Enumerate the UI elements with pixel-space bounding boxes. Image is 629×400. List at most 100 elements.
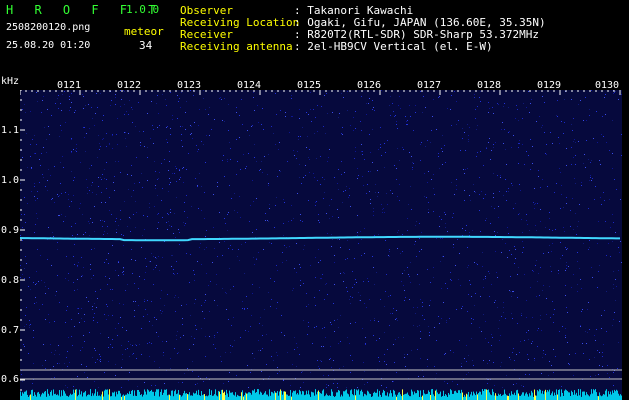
noise-speckle: [402, 273, 403, 274]
noise-speckle: [362, 328, 363, 329]
noise-speckle: [539, 295, 540, 296]
noise-speckle: [66, 357, 67, 358]
noise-speckle: [36, 144, 37, 145]
noise-speckle: [227, 161, 228, 162]
noise-bar-segment: [242, 390, 243, 400]
noise-speckle: [568, 363, 569, 364]
noise-bar-segment: [521, 394, 522, 400]
noise-bar-segment: [233, 394, 234, 400]
noise-speckle: [185, 112, 186, 113]
noise-speckle: [367, 278, 368, 279]
noise-bar-segment: [442, 396, 443, 400]
noise-speckle: [318, 262, 319, 263]
noise-speckle: [204, 192, 205, 193]
noise-bar-segment: [169, 394, 170, 400]
spectrogram: [19, 89, 622, 400]
noise-speckle: [91, 165, 92, 166]
noise-speckle: [284, 245, 285, 246]
noise-speckle: [230, 245, 231, 246]
noise-speckle: [503, 312, 504, 313]
noise-bar-segment: [347, 393, 348, 400]
noise-bar-segment: [319, 392, 320, 400]
noise-speckle: [157, 95, 158, 96]
noise-speckle: [383, 208, 384, 209]
noise-bar-segment: [554, 392, 555, 400]
noise-speckle: [566, 148, 567, 149]
noise-speckle: [200, 243, 201, 244]
noise-speckle: [210, 281, 211, 282]
noise-speckle: [178, 352, 179, 353]
noise-speckle: [71, 93, 72, 94]
noise-speckle: [583, 353, 584, 354]
noise-speckle: [79, 322, 80, 323]
noise-speckle: [450, 350, 451, 351]
noise-speckle: [271, 356, 272, 357]
noise-speckle: [45, 293, 46, 294]
noise-speckle: [416, 256, 417, 257]
noise-speckle: [573, 141, 574, 142]
noise-speckle: [441, 288, 442, 289]
noise-speckle: [26, 307, 27, 308]
noise-speckle: [359, 300, 360, 301]
noise-speckle: [181, 92, 182, 93]
noise-speckle: [545, 354, 546, 355]
noise-speckle: [526, 214, 527, 215]
noise-speckle: [77, 234, 78, 235]
noise-speckle: [507, 227, 508, 228]
noise-speckle: [546, 154, 547, 155]
noise-bar-segment: [128, 394, 129, 400]
noise-speckle: [182, 126, 183, 127]
noise-speckle: [118, 275, 119, 276]
noise-speckle: [27, 203, 28, 204]
noise-speckle: [570, 210, 571, 211]
noise-speckle: [444, 381, 445, 382]
noise-speckle: [481, 331, 482, 332]
noise-speckle: [253, 97, 254, 98]
noise-speckle: [395, 339, 396, 340]
noise-speckle: [125, 132, 126, 133]
noise-speckle: [422, 306, 423, 307]
noise-speckle: [438, 156, 439, 157]
noise-speckle: [258, 350, 259, 351]
noise-speckle: [109, 278, 110, 279]
noise-bar-segment: [423, 389, 424, 400]
noise-speckle: [178, 229, 179, 230]
noise-speckle: [120, 172, 121, 173]
noise-speckle: [209, 311, 210, 312]
noise-speckle: [530, 169, 531, 170]
noise-speckle: [86, 297, 87, 298]
noise-speckle: [369, 98, 370, 99]
noise-speckle: [81, 276, 82, 277]
noise-speckle: [319, 222, 320, 223]
noise-speckle: [407, 267, 408, 268]
noise-speckle: [249, 135, 250, 136]
noise-speckle: [568, 266, 569, 267]
noise-speckle: [205, 162, 206, 163]
noise-bar-segment: [343, 391, 344, 400]
noise-speckle: [186, 253, 187, 254]
noise-bar-segment: [557, 394, 558, 400]
noise-speckle: [594, 199, 595, 200]
noise-speckle: [326, 283, 327, 284]
noise-speckle: [123, 271, 124, 272]
noise-speckle: [286, 247, 287, 248]
noise-speckle: [114, 190, 115, 191]
noise-speckle: [224, 218, 225, 219]
noise-speckle: [107, 284, 108, 285]
noise-speckle: [579, 268, 580, 269]
noise-speckle: [536, 296, 537, 297]
noise-speckle: [614, 179, 615, 180]
noise-speckle: [570, 226, 571, 227]
noise-speckle: [112, 134, 113, 135]
noise-speckle: [380, 144, 381, 145]
noise-bar-segment: [265, 391, 266, 400]
noise-bar-segment: [331, 389, 332, 400]
noise-speckle: [230, 345, 231, 346]
noise-speckle: [204, 318, 205, 319]
noise-speckle: [201, 186, 202, 187]
noise-speckle: [327, 294, 328, 295]
noise-bar-segment: [482, 389, 483, 400]
noise-speckle: [315, 205, 316, 206]
noise-speckle: [445, 162, 446, 163]
noise-speckle: [155, 188, 156, 189]
